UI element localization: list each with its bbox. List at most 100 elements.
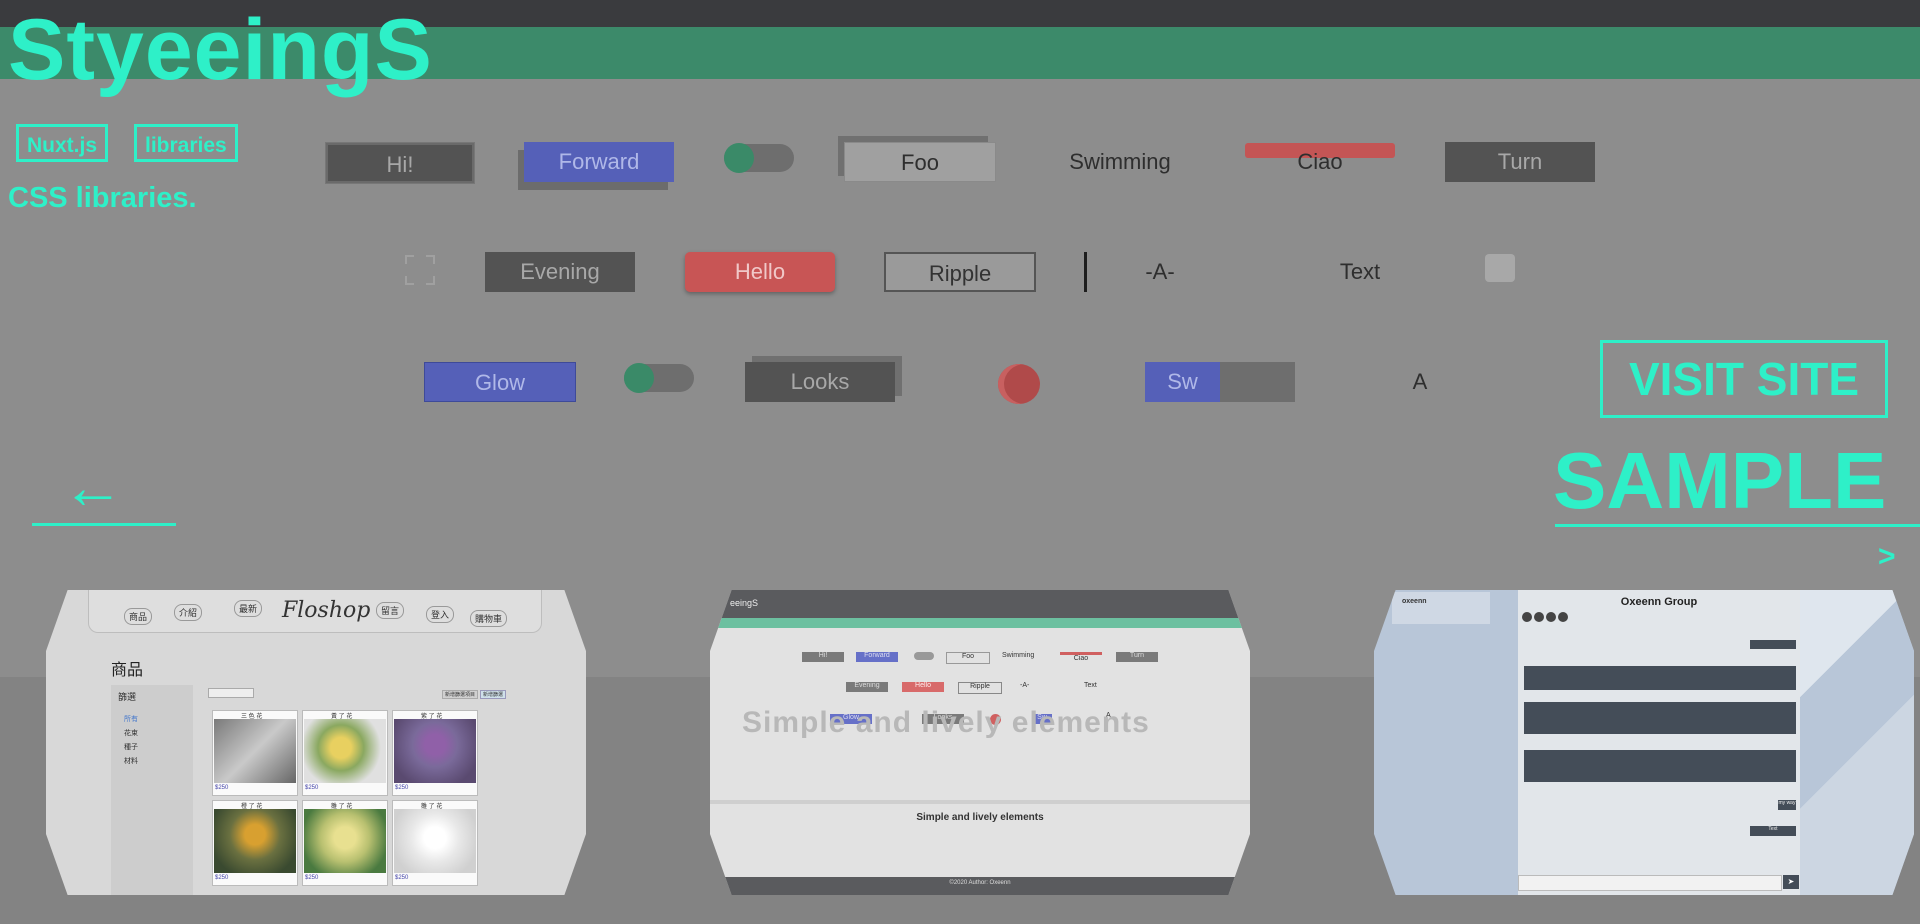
chat-bubble-left bbox=[1524, 666, 1796, 690]
preview-overlay-text: Simple and lively elements bbox=[742, 706, 1150, 739]
demo-sw-button[interactable]: Sw bbox=[1145, 362, 1220, 402]
back-underline bbox=[32, 523, 176, 526]
chat-bubble-right bbox=[1750, 640, 1796, 649]
demo-square-button[interactable] bbox=[1485, 254, 1515, 282]
demo-forward-button[interactable]: Forward bbox=[524, 142, 674, 182]
preview-divider bbox=[710, 800, 1250, 804]
preview-button: Swimming bbox=[1002, 652, 1035, 659]
text-cursor-divider bbox=[1084, 252, 1087, 292]
preview-button: Forward bbox=[856, 652, 898, 662]
demo-evening-button[interactable]: Evening bbox=[485, 252, 635, 292]
chat-tool-icon[interactable] bbox=[1558, 612, 1568, 622]
product-card[interactable]: 雛 了 花 $250 bbox=[302, 800, 388, 886]
floshop-nav-item[interactable]: 商品 bbox=[124, 608, 153, 625]
chat-username: oxeenn bbox=[1402, 598, 1427, 605]
floshop-nav-item[interactable]: 最新 bbox=[234, 600, 263, 617]
demo-toggle-switch[interactable] bbox=[724, 143, 794, 173]
preview-button: -A- bbox=[1020, 682, 1030, 689]
demo-a-dash-text: -A- bbox=[1145, 259, 1175, 284]
product-image bbox=[214, 809, 296, 873]
demo-text-label: Text bbox=[1339, 259, 1381, 284]
product-price: $250 bbox=[395, 875, 409, 881]
preview-button: Hello bbox=[902, 682, 944, 692]
demo-turn-button[interactable]: Turn bbox=[1445, 142, 1595, 182]
chat-title: Oxeenn Group bbox=[1620, 596, 1698, 608]
demo-hello-button[interactable]: Hello bbox=[685, 252, 835, 292]
tag-libraries[interactable]: libraries bbox=[134, 124, 238, 162]
preview-button: Evening bbox=[846, 682, 888, 692]
floshop-logo: Floshop bbox=[282, 598, 371, 623]
chat-bubble-right: Text bbox=[1750, 826, 1796, 836]
product-price: $250 bbox=[215, 785, 229, 791]
demo-ciao-button[interactable]: Ciao bbox=[1245, 142, 1395, 182]
product-image bbox=[304, 809, 386, 873]
next-arrow-icon[interactable]: > bbox=[1878, 540, 1896, 574]
sample-card-styleings[interactable]: eeingS Hi! Forward Foo Swimming Ciao Tur… bbox=[710, 590, 1250, 895]
chat-bubble-left bbox=[1524, 750, 1796, 782]
visit-site-button[interactable]: VISIT SITE bbox=[1600, 340, 1888, 418]
preview-topbar bbox=[710, 590, 1250, 618]
floshop-action-button[interactable]: 新增篩選項目 bbox=[442, 690, 479, 699]
floshop-nav-item[interactable]: 介紹 bbox=[174, 604, 203, 621]
preview-button: Turn bbox=[1116, 652, 1158, 662]
product-card[interactable]: 黃 了 花 $250 bbox=[302, 710, 388, 796]
floshop-nav-item[interactable]: 登入 bbox=[426, 606, 455, 623]
sample-heading: SAMPLE bbox=[1553, 436, 1887, 525]
product-price: $250 bbox=[305, 785, 319, 791]
product-card[interactable]: 雛 了 花 $250 bbox=[392, 800, 478, 886]
preview-caption: Simple and lively elements bbox=[916, 812, 1044, 823]
product-price: $250 bbox=[215, 875, 229, 881]
chat-message-input[interactable] bbox=[1518, 875, 1782, 891]
preview-brand: eeingS bbox=[730, 598, 759, 608]
chat-tool-icon[interactable] bbox=[1534, 612, 1544, 622]
chat-user-panel bbox=[1392, 592, 1490, 624]
floshop-action-button[interactable]: 新增篩選 bbox=[480, 690, 507, 699]
sample-card-oxeenn[interactable]: oxeenn Oxeenn Group my way Text ➤ bbox=[1374, 590, 1914, 895]
preview-button: Text bbox=[1084, 682, 1097, 689]
floshop-search-input[interactable] bbox=[208, 688, 254, 698]
preview-green-band bbox=[710, 618, 1250, 628]
preview-footer-text: ©2020 Author: Oxeenn bbox=[949, 880, 1011, 886]
product-price: $250 bbox=[305, 875, 319, 881]
toggle-knob-2 bbox=[624, 363, 654, 393]
floshop-nav-item[interactable]: 留言 bbox=[376, 602, 405, 619]
floshop-heading: 商品 bbox=[111, 662, 144, 679]
preview-button: Hi! bbox=[802, 652, 844, 662]
site-title: StyeeingS bbox=[8, 2, 433, 98]
demo-ripple-button[interactable]: Ripple bbox=[884, 252, 1036, 292]
demo-toggle-switch-2[interactable] bbox=[624, 363, 694, 393]
floshop-filter[interactable]: 花束 bbox=[124, 728, 138, 738]
floshop-filter[interactable]: 材料 bbox=[124, 756, 138, 766]
demo-glow-button[interactable]: Glow bbox=[424, 362, 576, 402]
floshop-filter[interactable]: 所有 bbox=[124, 714, 138, 724]
preview-toggle bbox=[914, 652, 934, 660]
sample-underline bbox=[1555, 524, 1920, 527]
demo-record-button[interactable] bbox=[998, 364, 1040, 404]
floshop-nav-item[interactable]: 購物車 bbox=[470, 610, 508, 627]
demo-hi-button[interactable]: Hi! bbox=[326, 143, 474, 183]
demo-a-text: A bbox=[1412, 369, 1428, 394]
chat-window bbox=[1518, 590, 1800, 895]
chat-bubble-left bbox=[1524, 702, 1796, 734]
product-image bbox=[214, 719, 296, 783]
product-card[interactable]: 橙 了 花 $250 bbox=[212, 800, 298, 886]
floshop-filter[interactable]: 種子 bbox=[124, 742, 138, 752]
fullscreen-icon[interactable] bbox=[404, 254, 436, 286]
chat-bubble-right: my way bbox=[1778, 800, 1796, 810]
product-card[interactable]: 三 色 花 $250 bbox=[212, 710, 298, 796]
product-image bbox=[304, 719, 386, 783]
demo-swimming-button[interactable]: Swimming bbox=[1040, 142, 1200, 182]
demo-looks-button[interactable]: Looks bbox=[745, 362, 895, 402]
tag-nuxtjs[interactable]: Nuxt.js bbox=[16, 124, 109, 162]
preview-button: Foo bbox=[946, 652, 990, 664]
demo-foo-button[interactable]: Foo bbox=[844, 142, 996, 182]
sample-card-floshop[interactable]: 商品 介紹 最新 Floshop 留言 登入 購物車 商品 篩選 所有 花束 種… bbox=[46, 590, 586, 895]
site-subtitle: CSS libraries. bbox=[8, 182, 197, 214]
product-image bbox=[394, 719, 476, 783]
chat-tool-icon[interactable] bbox=[1546, 612, 1556, 622]
floshop-sidebar-title: 篩選 bbox=[118, 692, 137, 702]
product-card[interactable]: 紫 了 花 $250 bbox=[392, 710, 478, 796]
back-arrow-icon[interactable]: ← bbox=[62, 457, 124, 519]
send-icon[interactable]: ➤ bbox=[1783, 875, 1799, 889]
chat-tool-icon[interactable] bbox=[1522, 612, 1532, 622]
